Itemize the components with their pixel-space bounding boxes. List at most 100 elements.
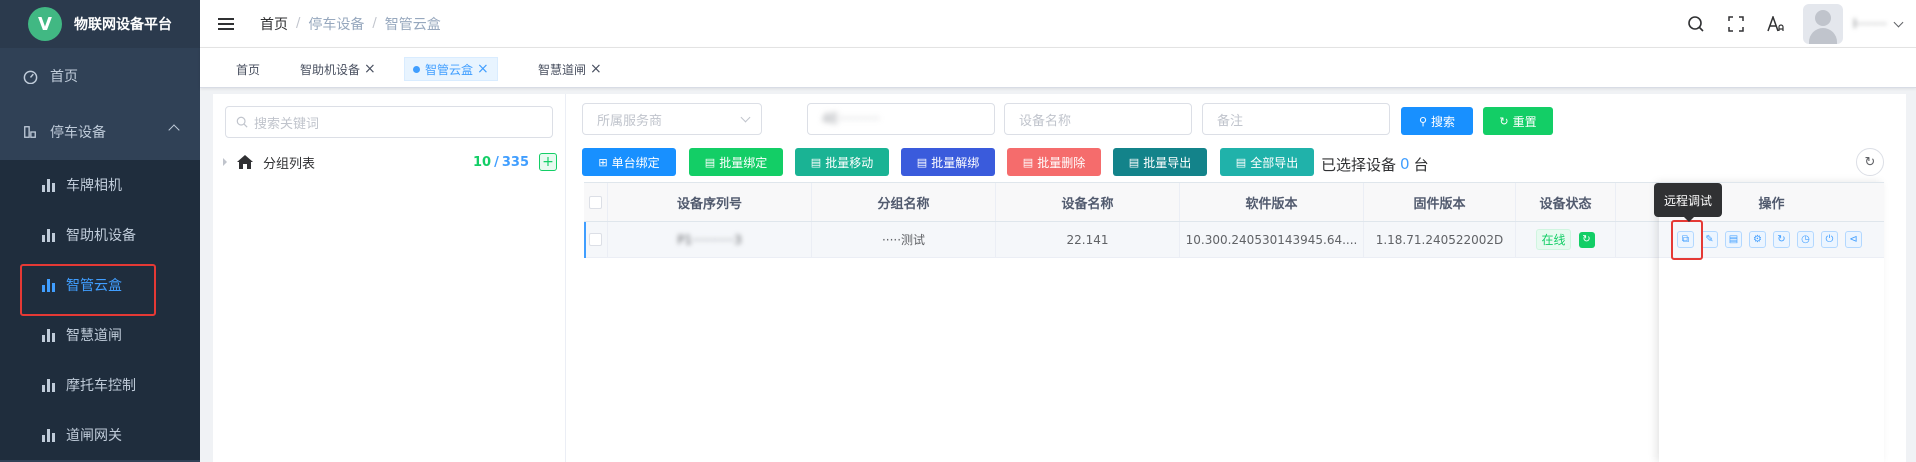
status-badge: 在线 [1536,229,1571,250]
clock-icon[interactable]: ◷ [1797,231,1814,248]
sidebar-item-label: 停车设备 [50,125,106,141]
operations-column: 操作 ⧉ ✎ ▤ ⚙ ↻ ◷ ⏻ ⊲ [1659,182,1884,462]
button-label: 搜索 [1431,114,1456,129]
tab-kiosk-device[interactable]: 智助机设备 × [292,57,384,81]
tree-node-root[interactable]: 分组列表 10/335 + [223,150,559,174]
button-label: 批量绑定 [719,155,768,170]
caret-right-icon[interactable] [223,158,227,166]
row-checkbox[interactable] [589,233,602,246]
sync-icon[interactable]: ↻ [1773,231,1790,248]
search-icon[interactable] [1685,13,1707,35]
sidebar-item-motorcycle-control[interactable]: 摩托车控制 [0,360,200,410]
font-size-icon[interactable] [1765,13,1787,35]
bar-chart-icon [42,328,56,342]
button-label: 全部导出 [1250,155,1299,170]
single-bind-button[interactable]: ⊞ 单台绑定 [582,148,676,176]
status-cell: 在线 ↻ [1516,222,1616,257]
batch-delete-button[interactable]: ▤ 批量删除 [1007,148,1101,176]
tab-label: 智管云盒 [425,62,474,77]
breadcrumb-separator: / [372,16,377,31]
tab-label: 智慧道闸 [538,62,587,77]
home-icon [237,155,253,169]
chevron-down-icon[interactable] [1893,17,1904,27]
serial-input[interactable]: 4E·········· [807,103,995,135]
delete-icon[interactable]: ▤ [1725,231,1742,248]
tab-smart-gate[interactable]: 智慧道闸 × [530,57,610,81]
reset-button[interactable]: ↻ 重置 [1483,107,1553,135]
search-icon [236,116,248,128]
column-header: 设备状态 [1516,183,1616,221]
provider-placeholder: 所属服务商 [597,113,663,129]
select-all-checkbox[interactable] [589,195,602,209]
remote-debug-tooltip: 远程调试 [1654,183,1723,222]
sidebar-item-home[interactable]: 首页 [0,48,200,104]
device-count: 10/335 [473,155,529,170]
count-separator: / [494,154,499,170]
selection-info: 已选择设备 0 台 [1321,150,1429,178]
sidebar-item-cloud-box[interactable]: 智管云盒 [0,260,200,316]
highlight-box [20,264,156,316]
tab-label: 首页 [236,62,261,77]
provider-select[interactable]: 所属服务商 [582,103,762,135]
header-checkbox-cell [584,183,608,221]
avatar[interactable] [1803,4,1844,44]
batch-export-button[interactable]: ▤ 批量导出 [1113,148,1207,176]
sidebar-item-label: 道闸网关 [66,428,122,444]
column-header: 设备序列号 [608,183,812,221]
plus-square-icon: ⊞ [598,155,608,169]
close-icon[interactable]: × [364,61,376,77]
sidebar-item-smart-gate[interactable]: 智慧道闸 [0,310,200,360]
column-header: 软件版本 [1180,183,1364,221]
sidebar-item-label: 首页 [50,69,78,85]
close-icon[interactable]: × [590,61,602,77]
app-title: 物联网设备平台 [74,17,172,33]
sidebar-item-kiosk-device[interactable]: 智助机设备 [0,210,200,260]
edit-icon[interactable]: ✎ [1701,231,1718,248]
logo: V 物联网设备平台 [0,0,200,48]
column-header: 设备名称 [996,183,1180,221]
serial-value: P1···········3 [677,232,742,247]
sidebar-item-parking-devices[interactable]: 停车设备 [0,104,200,160]
tab-cloud-box[interactable]: 智管云盒 × [404,57,498,81]
refresh-table-button[interactable]: ↻ [1856,148,1884,176]
fullscreen-icon[interactable] [1725,13,1747,35]
share-icon[interactable]: ⊲ [1845,231,1862,248]
device-name-cell: 22.141 [996,222,1180,257]
tab-label: 智助机设备 [300,62,361,77]
settings-icon[interactable]: ⚙ [1749,231,1766,248]
batch-move-button[interactable]: ▤ 批量移动 [795,148,889,176]
sidebar-item-label: 智助机设备 [66,228,136,244]
chevron-down-icon [740,112,751,123]
device-panel: 所属服务商 4E·········· 设备名称 备注 ⚲ 搜索 ↻ 重置 ⊞ 单台绑定… [566,94,1906,462]
search-button[interactable]: ⚲ 搜索 [1401,107,1473,135]
status-refresh-button[interactable]: ↻ [1578,231,1595,248]
sidebar-item-plate-camera[interactable]: 车牌相机 [0,160,200,210]
close-icon[interactable]: × [477,61,489,77]
firmware-version-cell: 1.18.71.240522002D [1364,222,1516,257]
selection-count: 0 [1400,155,1410,173]
batch-bind-button[interactable]: ▤ 批量绑定 [689,148,783,176]
unlink-icon: ▤ [916,155,928,169]
remark-input[interactable]: 备注 [1202,103,1390,135]
total-count: 335 [501,154,529,170]
export-all-button[interactable]: ▤ 全部导出 [1220,148,1314,176]
add-group-button[interactable]: + [539,153,557,171]
trash-icon: ▤ [1022,155,1034,169]
group-panel: 搜索关键词 分组列表 10/335 + [213,94,566,462]
search-icon: ⚲ [1418,114,1428,128]
menu-toggle-icon[interactable] [218,15,234,33]
power-icon[interactable]: ⏻ [1821,231,1838,248]
breadcrumb-parking[interactable]: 停车设备 [308,14,364,34]
row-checkbox-cell [584,222,608,257]
device-name-input[interactable]: 设备名称 [1004,103,1192,135]
sidebar-item-gate-gateway[interactable]: 道闸网关 [0,410,200,460]
user-name[interactable]: l········ [1853,17,1887,31]
button-label: 批量导出 [1143,155,1192,170]
breadcrumb-home[interactable]: 首页 [260,14,288,34]
batch-unbind-button[interactable]: ▤ 批量解绑 [901,148,995,176]
group-search-input[interactable]: 搜索关键词 [225,106,553,138]
tags-view: 首页 智助机设备 × 智管云盒 × 智慧道闸 × [200,48,1916,88]
device-name-placeholder: 设备名称 [1019,113,1072,129]
tab-home[interactable]: 首页 [228,57,268,81]
breadcrumb-separator: / [296,16,301,31]
